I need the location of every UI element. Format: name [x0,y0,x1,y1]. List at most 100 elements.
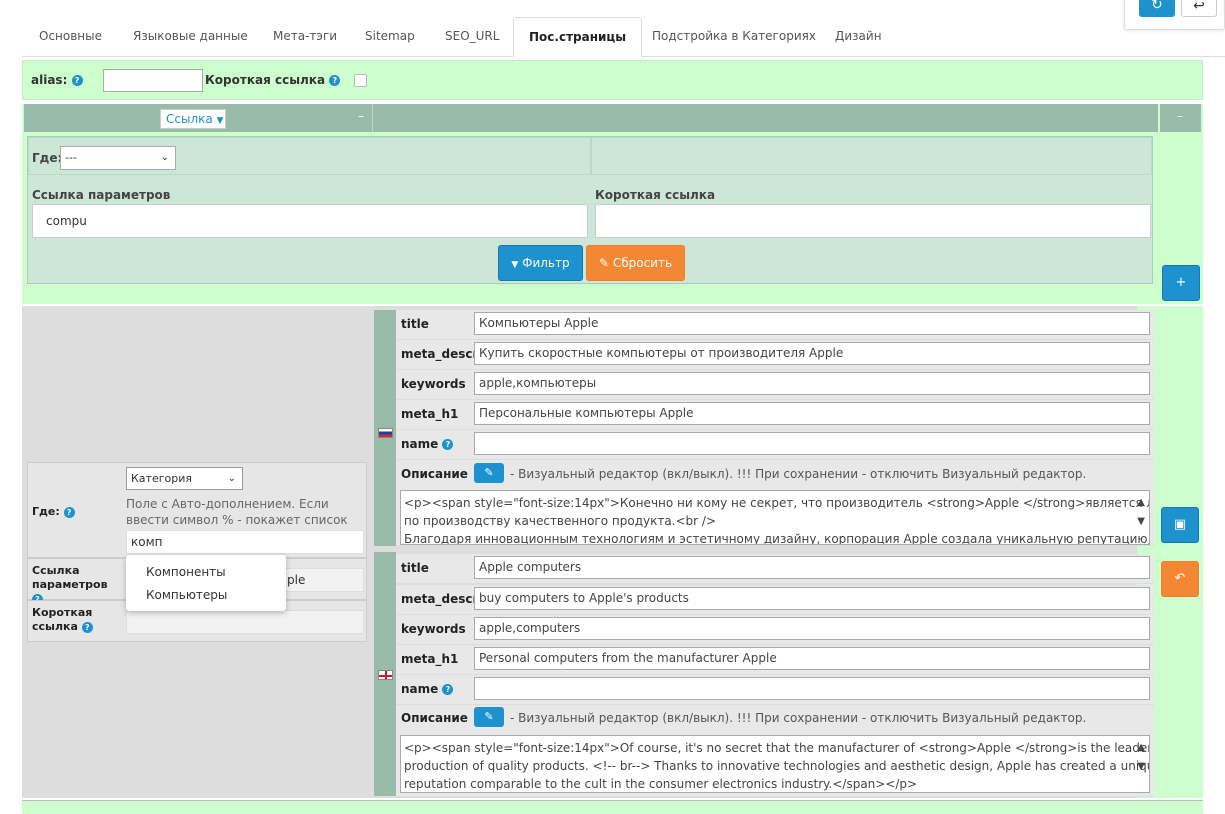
en-meta-descr-input[interactable]: buy computers to Apple's products [474,587,1150,610]
plus-icon: + [1175,275,1187,290]
where-label: Где: [32,151,63,165]
filter-panel: Ссылка ▼ – – Где: --- ⌄ Ссылка параметров… [22,104,1203,304]
filter-button[interactable]: ▼ Фильтр [498,245,583,281]
ru-description-textarea[interactable]: <p><span style="font-size:14px">Конечно … [400,490,1150,545]
alias-bar: alias: ? Короткая ссылка ? [22,60,1203,100]
en-editor-note: - Визуальный редактор (вкл/выкл). !!! Пр… [510,711,1087,725]
params-input[interactable]: compu [32,204,588,238]
record-where-row: Где: ? Категория ⌄ Поле с Авто-дополнение… [27,462,367,558]
help-icon[interactable]: ? [63,506,75,518]
undo-icon: ↶ [1174,571,1186,586]
en-meta-h1-label: meta_h1 [401,652,459,666]
record-left-form: Где: ? Категория ⌄ Поле с Авто-дополнение… [27,462,367,642]
help-icon[interactable]: ? [442,684,454,695]
en-name-row: name ? [396,675,1154,705]
russia-flag-icon [378,428,393,438]
tab-seo-url[interactable]: SEO_URL [430,17,514,57]
tab-category-settings[interactable]: Подстройка в Категориях [637,17,831,57]
ru-visual-editor-toggle[interactable]: ✎ [474,463,504,483]
record-where-select[interactable]: Категория ⌄ [126,467,243,490]
en-name-input[interactable] [474,677,1150,700]
ru-description-label: Описание [401,467,468,481]
autocomplete-input[interactable]: комп [126,530,364,554]
panel-header-middle [372,104,1158,132]
short-link-filter-label: Короткая ссылка [595,188,716,202]
back-icon[interactable]: ↩ [1181,0,1217,17]
filter-box: Где: --- ⌄ Ссылка параметров compu Коротк… [27,136,1153,284]
ru-meta-h1-row: meta_h1 Персональные компьютеры Apple [396,400,1154,430]
ru-name-input[interactable] [474,432,1150,455]
alias-label: alias: ? [31,73,83,87]
scroll-down-icon[interactable]: ▼ [1137,513,1145,531]
ru-meta-descr-input[interactable]: Купить скоростные компьютеры от производ… [474,342,1150,365]
scroll-up-icon[interactable]: ▲ [1137,739,1145,757]
short-link-label: Короткая ссылка ? [205,73,341,87]
reset-button[interactable]: ✎ Сбросить [586,245,685,281]
add-button[interactable]: + [1162,265,1200,301]
en-description-label: Описание [401,711,468,725]
en-name-label: name ? [401,682,454,696]
ru-name-row: name ? [396,430,1154,460]
en-keywords-input[interactable]: apple,computers [474,617,1150,640]
params-label: Ссылка параметров [32,188,171,202]
ru-meta-descr-label: meta_descr [401,347,479,361]
collapse-icon[interactable]: – [1177,109,1183,123]
suggestion-item[interactable]: Компьютеры [146,588,227,602]
filter-icon: ▼ [511,260,519,270]
autocomplete-note: Поле с Авто-дополнением. Если ввести сим… [126,497,348,527]
refresh-icon[interactable]: ↻ [1139,0,1175,17]
tab-design[interactable]: Дизайн [820,17,897,57]
tab-sitemap[interactable]: Sitemap [350,17,430,57]
en-visual-editor-toggle[interactable]: ✎ [474,707,504,727]
en-title-label: title [401,561,429,575]
panel-header-right: – [1160,104,1201,132]
en-meta-h1-input[interactable]: Personal computers from the manufacturer… [474,647,1150,670]
tab-landing-pages[interactable]: Пос.страницы [513,17,643,58]
ru-keywords-input[interactable]: apple,компьютеры [474,372,1150,395]
chevron-down-icon: ⌄ [160,152,169,163]
help-icon[interactable]: ? [442,439,454,450]
en-meta-h1-row: meta_h1 Personal computers from the manu… [396,645,1154,675]
pencil-icon: ✎ [484,710,494,723]
help-icon[interactable]: ? [329,75,341,86]
lang-column-ru [374,310,396,546]
where-select[interactable]: --- ⌄ [60,146,176,170]
short-link-checkbox[interactable] [354,74,367,87]
en-meta-descr-label: meta_descr [401,592,479,606]
undo-button[interactable]: ↶ [1161,561,1199,597]
en-title-input[interactable]: Apple computers [474,556,1150,579]
chevron-down-icon: ⌄ [227,473,236,484]
short-link-input[interactable] [595,204,1151,238]
en-title-row: title Apple computers [396,554,1154,584]
ru-meta-h1-input[interactable]: Персональные компьютеры Apple [474,402,1150,425]
tab-main[interactable]: Основные [24,17,117,57]
help-icon[interactable]: ? [71,75,83,86]
eraser-icon: ✎ [598,256,610,270]
next-record-row [22,800,1203,814]
en-keywords-label: keywords [401,622,466,636]
ru-keywords-row: keywords apple,компьютеры [396,370,1154,400]
ru-title-label: title [401,317,429,331]
en-keywords-row: keywords apple,computers [396,615,1154,645]
alias-input[interactable] [103,69,203,92]
en-description-textarea[interactable]: <p><span style="font-size:14px">Of cours… [400,735,1150,793]
ru-meta-h1-label: meta_h1 [401,407,459,421]
pencil-icon: ✎ [484,466,494,479]
collapse-icon[interactable]: – [358,109,364,123]
ru-name-label: name ? [401,437,454,451]
record-short-link-label: Короткая ссылка ? [32,606,93,633]
save-button[interactable]: ▣ [1161,507,1199,543]
scroll-down-icon[interactable]: ▼ [1137,758,1145,776]
suggestion-item[interactable]: Компоненты [146,565,226,579]
tab-language-data[interactable]: Языковые данные [118,17,263,57]
ru-title-input[interactable]: Компьютеры Apple [474,312,1150,335]
panel-header-left: Ссылка ▼ – [24,104,372,132]
help-icon[interactable]: ? [81,621,93,633]
uk-flag-icon [378,670,393,680]
record-short-link-input[interactable] [126,610,364,634]
save-icon: ▣ [1173,517,1187,532]
scroll-up-icon[interactable]: ▲ [1137,494,1145,512]
ru-keywords-label: keywords [401,377,466,391]
tab-meta-tags[interactable]: Мета-тэги [258,17,352,57]
link-type-select[interactable]: Ссылка ▼ [160,109,226,129]
